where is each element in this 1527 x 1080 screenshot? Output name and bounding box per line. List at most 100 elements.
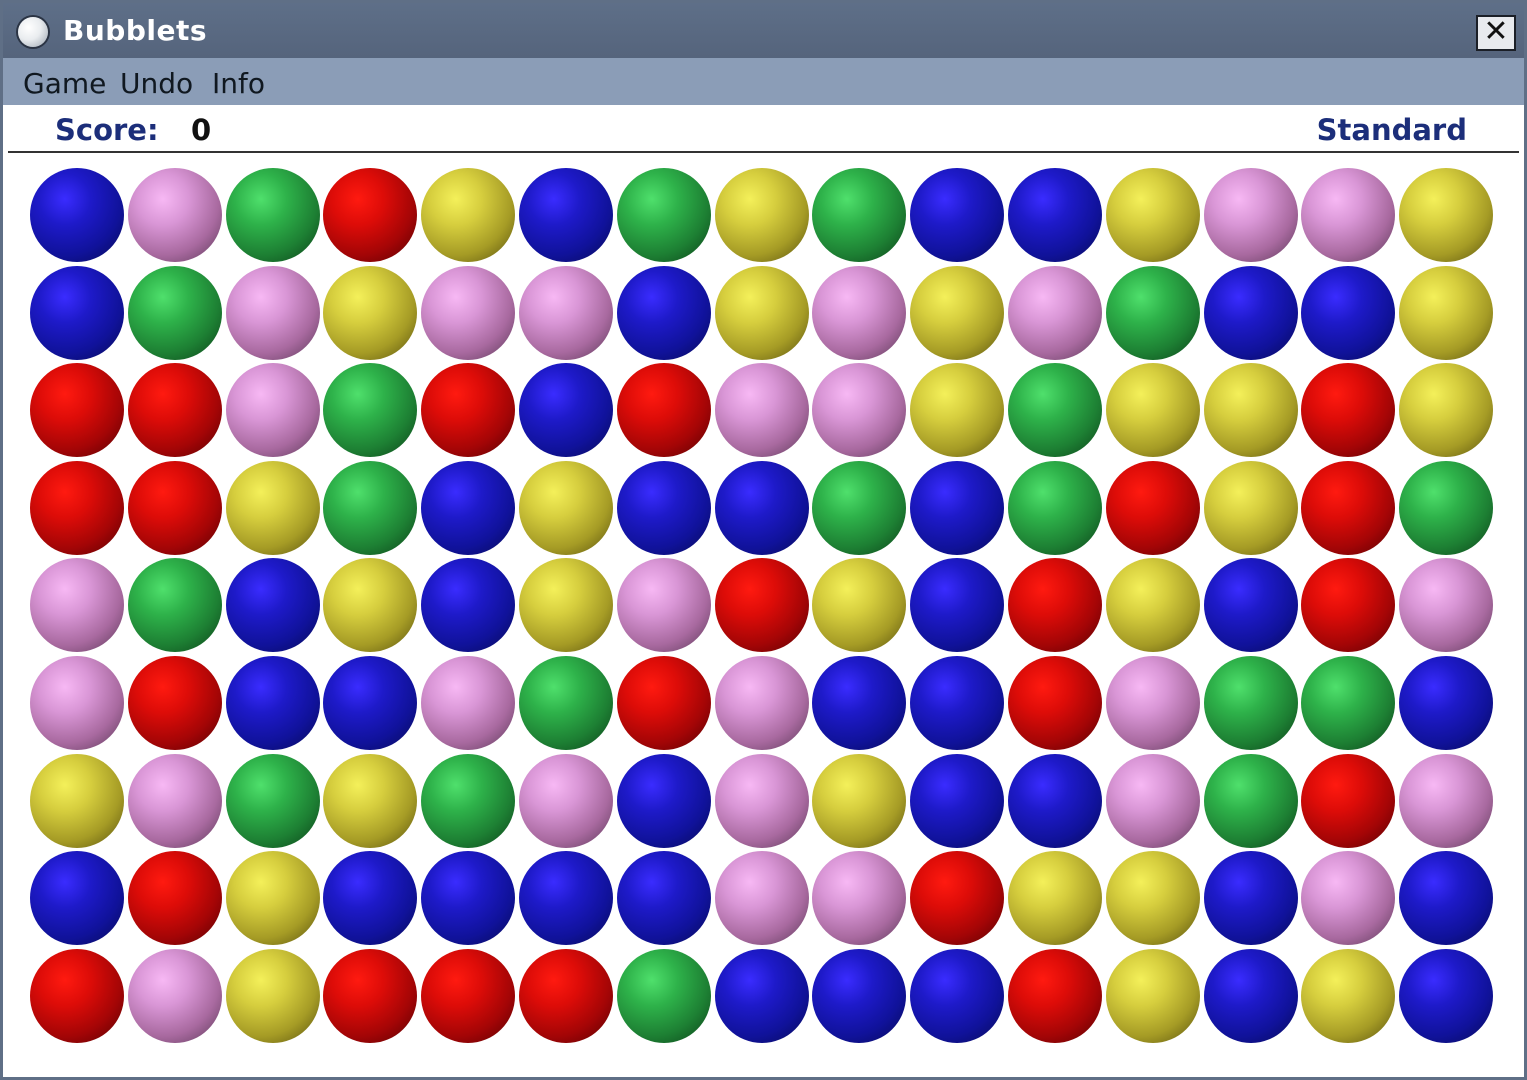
- bubble-red[interactable]: [616, 656, 711, 750]
- bubble-red[interactable]: [421, 948, 516, 1043]
- bubble-yellow[interactable]: [519, 558, 613, 653]
- bubble-blue[interactable]: [1399, 948, 1494, 1043]
- bubble-pink[interactable]: [30, 558, 124, 653]
- bubble-pink[interactable]: [812, 851, 907, 946]
- bubble-pink[interactable]: [127, 168, 222, 262]
- bubble-pink[interactable]: [1105, 656, 1200, 750]
- bubble-blue[interactable]: [1008, 168, 1102, 262]
- bubble-pink[interactable]: [127, 948, 222, 1043]
- bubble-green[interactable]: [323, 363, 418, 458]
- bubble-green[interactable]: [127, 558, 222, 653]
- bubble-red[interactable]: [1301, 460, 1396, 555]
- bubble-blue[interactable]: [1399, 656, 1494, 750]
- bubble-yellow[interactable]: [714, 168, 809, 262]
- menu-game[interactable]: Game: [23, 67, 106, 100]
- bubble-blue[interactable]: [225, 558, 320, 653]
- bubble-blue[interactable]: [1008, 753, 1102, 848]
- bubble-blue[interactable]: [1203, 948, 1298, 1043]
- bubble-red[interactable]: [323, 168, 418, 262]
- bubble-yellow[interactable]: [1105, 168, 1200, 262]
- bubble-pink[interactable]: [1105, 753, 1200, 848]
- menu-undo[interactable]: Undo: [120, 67, 193, 100]
- bubble-blue[interactable]: [323, 656, 418, 750]
- bubble-blue[interactable]: [1203, 265, 1298, 360]
- bubble-blue[interactable]: [910, 168, 1005, 262]
- bubble-blue[interactable]: [616, 265, 711, 360]
- bubble-yellow[interactable]: [1203, 363, 1298, 458]
- bubble-red[interactable]: [1008, 558, 1102, 653]
- bubble-pink[interactable]: [1399, 753, 1494, 848]
- bubble-red[interactable]: [1105, 460, 1200, 555]
- bubble-blue[interactable]: [910, 558, 1005, 653]
- bubble-red[interactable]: [323, 948, 418, 1043]
- bubble-blue[interactable]: [714, 948, 809, 1043]
- bubble-blue[interactable]: [421, 851, 516, 946]
- bubble-pink[interactable]: [225, 265, 320, 360]
- bubble-blue[interactable]: [421, 460, 516, 555]
- bubble-green[interactable]: [1203, 656, 1298, 750]
- bubble-red[interactable]: [127, 363, 222, 458]
- close-button[interactable]: ✕: [1476, 15, 1516, 51]
- bubble-pink[interactable]: [714, 753, 809, 848]
- bubble-blue[interactable]: [225, 656, 320, 750]
- bubble-yellow[interactable]: [910, 363, 1005, 458]
- bubble-pink[interactable]: [30, 656, 124, 750]
- bubble-red[interactable]: [30, 363, 124, 458]
- bubble-yellow[interactable]: [1105, 851, 1200, 946]
- bubble-yellow[interactable]: [225, 851, 320, 946]
- bubble-red[interactable]: [127, 656, 222, 750]
- bubble-pink[interactable]: [519, 753, 613, 848]
- bubble-pink[interactable]: [812, 363, 907, 458]
- bubble-pink[interactable]: [225, 363, 320, 458]
- bubble-pink[interactable]: [714, 656, 809, 750]
- bubble-blue[interactable]: [812, 948, 907, 1043]
- bubble-pink[interactable]: [812, 265, 907, 360]
- bubble-green[interactable]: [225, 753, 320, 848]
- bubble-yellow[interactable]: [1008, 851, 1102, 946]
- bubble-blue[interactable]: [1301, 265, 1396, 360]
- bubble-yellow[interactable]: [225, 460, 320, 555]
- bubble-blue[interactable]: [1203, 851, 1298, 946]
- bubble-blue[interactable]: [519, 168, 613, 262]
- bubble-yellow[interactable]: [30, 753, 124, 848]
- bubble-pink[interactable]: [616, 558, 711, 653]
- bubble-red[interactable]: [616, 363, 711, 458]
- bubble-blue[interactable]: [812, 656, 907, 750]
- bubble-yellow[interactable]: [812, 753, 907, 848]
- bubble-red[interactable]: [910, 851, 1005, 946]
- bubble-green[interactable]: [225, 168, 320, 262]
- title-bar[interactable]: Bubblets ✕: [3, 3, 1524, 58]
- bubble-blue[interactable]: [910, 948, 1005, 1043]
- bubble-blue[interactable]: [714, 460, 809, 555]
- bubble-blue[interactable]: [30, 851, 124, 946]
- bubble-red[interactable]: [1301, 558, 1396, 653]
- bubble-green[interactable]: [1399, 460, 1494, 555]
- bubble-red[interactable]: [30, 948, 124, 1043]
- bubble-yellow[interactable]: [910, 265, 1005, 360]
- bubble-pink[interactable]: [714, 851, 809, 946]
- bubble-yellow[interactable]: [1105, 363, 1200, 458]
- bubble-pink[interactable]: [714, 363, 809, 458]
- bubble-pink[interactable]: [1301, 168, 1396, 262]
- bubble-pink[interactable]: [519, 265, 613, 360]
- bubble-blue[interactable]: [616, 460, 711, 555]
- bubble-pink[interactable]: [1399, 558, 1494, 653]
- bubble-green[interactable]: [127, 265, 222, 360]
- bubble-yellow[interactable]: [323, 558, 418, 653]
- bubble-blue[interactable]: [910, 753, 1005, 848]
- bubble-green[interactable]: [323, 460, 418, 555]
- bubble-red[interactable]: [127, 460, 222, 555]
- bubble-green[interactable]: [1008, 363, 1102, 458]
- bubble-yellow[interactable]: [714, 265, 809, 360]
- bubble-blue[interactable]: [30, 265, 124, 360]
- bubble-yellow[interactable]: [1203, 460, 1298, 555]
- bubble-blue[interactable]: [421, 558, 516, 653]
- bubble-blue[interactable]: [910, 656, 1005, 750]
- bubble-green[interactable]: [1105, 265, 1200, 360]
- bubble-green[interactable]: [1301, 656, 1396, 750]
- bubble-green[interactable]: [812, 460, 907, 555]
- bubble-blue[interactable]: [1399, 851, 1494, 946]
- bubble-red[interactable]: [1301, 753, 1396, 848]
- bubble-yellow[interactable]: [1399, 363, 1494, 458]
- bubble-blue[interactable]: [910, 460, 1005, 555]
